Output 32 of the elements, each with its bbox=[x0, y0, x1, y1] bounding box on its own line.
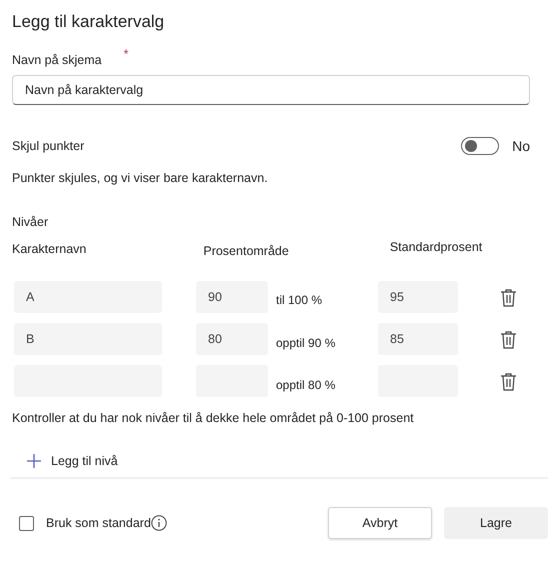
cancel-button[interactable]: Avbryt bbox=[328, 507, 432, 539]
info-icon[interactable] bbox=[150, 515, 167, 531]
column-header: Standardprosent bbox=[390, 240, 482, 254]
grade-name-field[interactable]: A bbox=[14, 281, 162, 313]
toggle-label: Skjul punkter bbox=[12, 139, 84, 153]
delete-icon[interactable] bbox=[500, 288, 517, 306]
column-header: Prosentområde bbox=[203, 244, 289, 258]
default-percent-field[interactable]: 95 bbox=[378, 281, 458, 313]
hint-text: Kontroller at du har nok nivåer til å dekke hele området på 0-100 prosent bbox=[12, 411, 415, 425]
checkbox[interactable] bbox=[19, 516, 34, 530]
range-text: til 100 % bbox=[276, 293, 322, 307]
plus-icon bbox=[26, 453, 42, 469]
checkbox-label: Bruk som standard bbox=[46, 516, 151, 530]
delete-icon[interactable] bbox=[500, 330, 517, 348]
add-level-button[interactable]: Legg til nivå bbox=[26, 453, 118, 469]
percent-field[interactable]: 90 bbox=[196, 281, 268, 313]
input-field[interactable]: Navn på karaktervalg bbox=[12, 75, 530, 105]
percent-field[interactable]: 80 bbox=[196, 323, 268, 355]
description-text: Punkter skjules, og vi viser bare karakternavn. bbox=[12, 171, 269, 185]
toggle-switch[interactable] bbox=[461, 137, 500, 155]
field-label: Navn på skjema bbox=[12, 53, 102, 67]
column-header: Karakternavn bbox=[12, 242, 86, 256]
toggle-state: No bbox=[512, 138, 530, 154]
section-heading: Nivåer bbox=[12, 215, 50, 229]
save-button[interactable]: Lagre bbox=[444, 507, 548, 539]
dialog-title: Legg til karaktervalg bbox=[12, 12, 166, 32]
required-mark: * bbox=[124, 47, 128, 61]
grade-name-field[interactable]: B bbox=[14, 323, 162, 355]
default-percent-field[interactable]: 85 bbox=[378, 323, 458, 355]
range-text: opptil 80 % bbox=[276, 378, 336, 392]
delete-icon[interactable] bbox=[500, 372, 517, 390]
range-text: opptil 90 % bbox=[276, 336, 336, 350]
